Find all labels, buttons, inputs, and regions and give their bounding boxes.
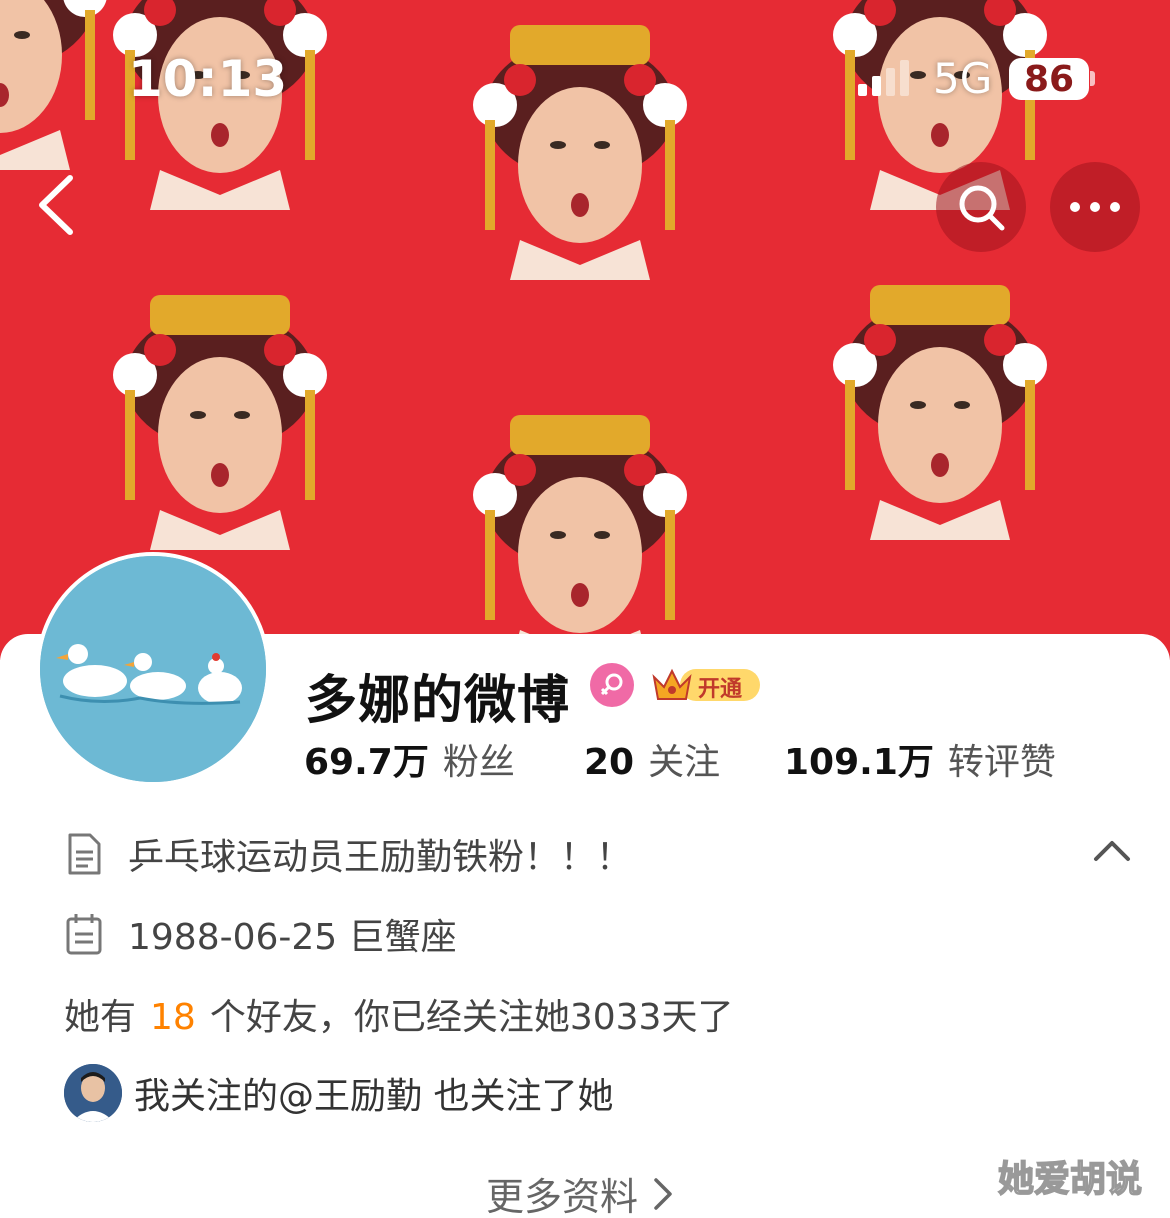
stat-fans[interactable]: 69.7万 粉丝 (304, 733, 515, 785)
calendar-icon (66, 914, 102, 955)
friends-suffix: 个好友，你已经关注她3033天了 (209, 997, 734, 1038)
signal-icon (858, 60, 909, 96)
friends-row[interactable]: 她有 18 个好友，你已经关注她3033天了 (64, 988, 733, 1040)
likes-label: 转评赞 (947, 742, 1056, 783)
avatar[interactable] (36, 552, 270, 786)
mutual-follow-row[interactable]: 我关注的@王励勤 也关注了她 (64, 1064, 613, 1122)
likes-count: 109.1万 (784, 742, 934, 783)
mutual-text: 我关注的@王励勤 也关注了她 (134, 1076, 614, 1117)
profile-name: 多娜的微博 (305, 671, 571, 731)
stat-following[interactable]: 20 关注 (584, 733, 720, 785)
status-bar: 10:13 5G 86 (0, 0, 1170, 140)
chevron-right-icon (654, 1177, 672, 1210)
mutual-avatar[interactable] (64, 1064, 122, 1122)
more-info-label: 更多资料 (486, 1175, 639, 1218)
watermark-text: 她爱胡说 (997, 1158, 1143, 1201)
friends-prefix: 她有 (64, 997, 137, 1038)
birthday-text: 1988-06-25 巨蟹座 (128, 917, 457, 958)
document-icon (68, 833, 101, 875)
stat-likes[interactable]: 109.1万 转评赞 (784, 733, 1056, 785)
search-button[interactable] (936, 162, 1026, 252)
battery-tip (1090, 71, 1095, 86)
network-type: 5G (933, 54, 993, 103)
bio-row: 乒乓球运动员王励勤铁粉！！！ (64, 828, 632, 880)
friends-count[interactable]: 18 (150, 997, 196, 1038)
status-time: 10:13 (128, 50, 288, 108)
more-horizontal-icon (1070, 202, 1120, 212)
following-label: 关注 (648, 742, 721, 783)
following-count: 20 (584, 742, 635, 783)
more-info-link[interactable]: 更多资料 (486, 1166, 676, 1218)
fans-label: 粉丝 (442, 742, 515, 783)
birthday-row: 1988-06-25 巨蟹座 (64, 908, 457, 960)
female-icon (590, 663, 634, 707)
fans-count: 69.7万 (304, 742, 429, 783)
bio-text: 乒乓球运动员王励勤铁粉！！！ (128, 837, 633, 878)
battery-icon: 86 (1009, 58, 1089, 100)
vip-label[interactable]: 开通 (698, 671, 742, 703)
more-button[interactable] (1050, 162, 1140, 252)
battery-level: 86 (1023, 58, 1075, 100)
search-icon (959, 185, 1005, 231)
chevron-up-icon[interactable] (1090, 833, 1134, 867)
chevron-left-icon[interactable] (30, 170, 90, 240)
avatar-ducks-illustration (40, 556, 266, 782)
